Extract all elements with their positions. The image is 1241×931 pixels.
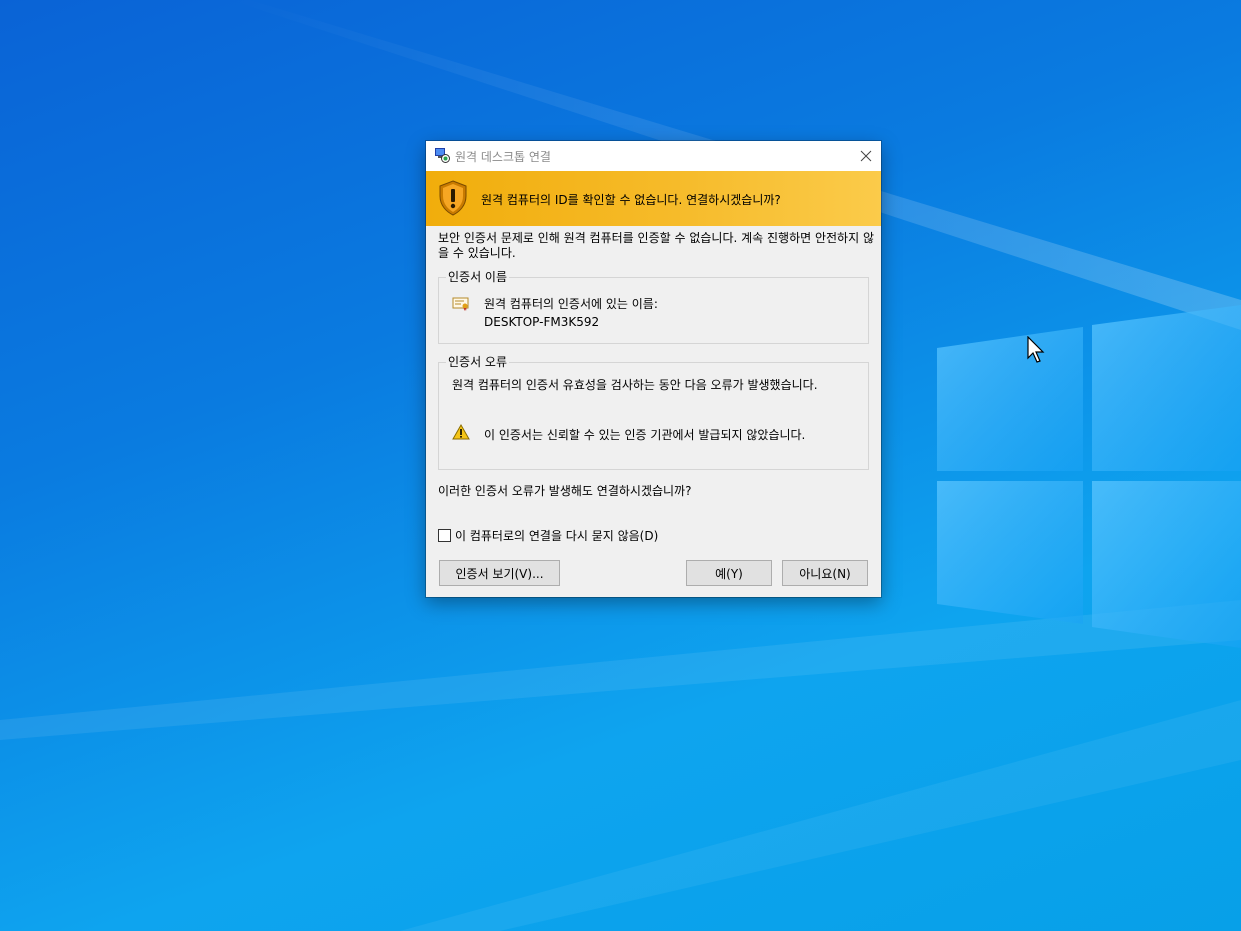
logo-pane-bottom-left bbox=[937, 481, 1083, 624]
rdp-security-dialog: 원격 데스크톱 연결 원격 컴퓨터의 ID를 확인할 수 없습니다. 연결하시겠… bbox=[426, 141, 881, 597]
logo-pane-top-right bbox=[1092, 305, 1241, 471]
warning-icon bbox=[452, 424, 470, 440]
shield-warning-icon bbox=[439, 180, 467, 216]
question-text: 이러한 인증서 오류가 발생해도 연결하시겠습니까? bbox=[438, 484, 692, 498]
cert-name-value: DESKTOP-FM3K592 bbox=[484, 315, 600, 329]
dont-ask-label[interactable]: 이 컴퓨터로의 연결을 다시 묻지 않음(D) bbox=[455, 527, 658, 544]
title-bar[interactable]: 원격 데스크톱 연결 bbox=[426, 141, 881, 171]
dont-ask-row[interactable]: 이 컴퓨터로의 연결을 다시 묻지 않음(D) bbox=[438, 527, 658, 544]
view-certificate-button[interactable]: 인증서 보기(V)... bbox=[439, 560, 560, 586]
close-button[interactable] bbox=[851, 141, 881, 171]
dont-ask-checkbox[interactable] bbox=[438, 529, 451, 542]
cert-error-item: 이 인증서는 신뢰할 수 있는 인증 기관에서 발급되지 않았습니다. bbox=[484, 428, 806, 442]
intro-text: 보안 인증서 문제로 인해 원격 컴퓨터를 인증할 수 없습니다. 계속 진행하… bbox=[438, 231, 874, 260]
window-title: 원격 데스크톱 연결 bbox=[455, 150, 551, 164]
cert-error-group: 인증서 오류 원격 컴퓨터의 인증서 유효성을 검사하는 동안 다음 오류가 발… bbox=[438, 354, 869, 470]
remote-desktop-app-icon bbox=[435, 148, 450, 163]
warning-banner: 원격 컴퓨터의 ID를 확인할 수 없습니다. 연결하시겠습니까? bbox=[426, 171, 881, 226]
mouse-cursor-icon bbox=[1027, 336, 1045, 363]
certificate-icon bbox=[452, 297, 469, 311]
cert-name-group: 인증서 이름 원격 컴퓨터의 인증서에 있는 이름: DESKTOP-FM3K5… bbox=[438, 269, 869, 344]
cert-name-label: 원격 컴퓨터의 인증서에 있는 이름: bbox=[484, 297, 658, 311]
no-button[interactable]: 아니요(N) bbox=[782, 560, 868, 586]
logo-pane-top-left bbox=[937, 327, 1083, 471]
logo-pane-bottom-right bbox=[1092, 481, 1241, 648]
cert-name-legend: 인증서 이름 bbox=[446, 269, 510, 285]
desktop: 원격 데스크톱 연결 원격 컴퓨터의 ID를 확인할 수 없습니다. 연결하시겠… bbox=[0, 0, 1241, 931]
cert-error-description: 원격 컴퓨터의 인증서 유효성을 검사하는 동안 다음 오류가 발생했습니다. bbox=[452, 378, 818, 392]
yes-button[interactable]: 예(Y) bbox=[686, 560, 772, 586]
close-icon bbox=[860, 150, 872, 162]
banner-message: 원격 컴퓨터의 ID를 확인할 수 없습니다. 연결하시겠습니까? bbox=[481, 193, 781, 207]
cert-error-legend: 인증서 오류 bbox=[446, 354, 510, 370]
